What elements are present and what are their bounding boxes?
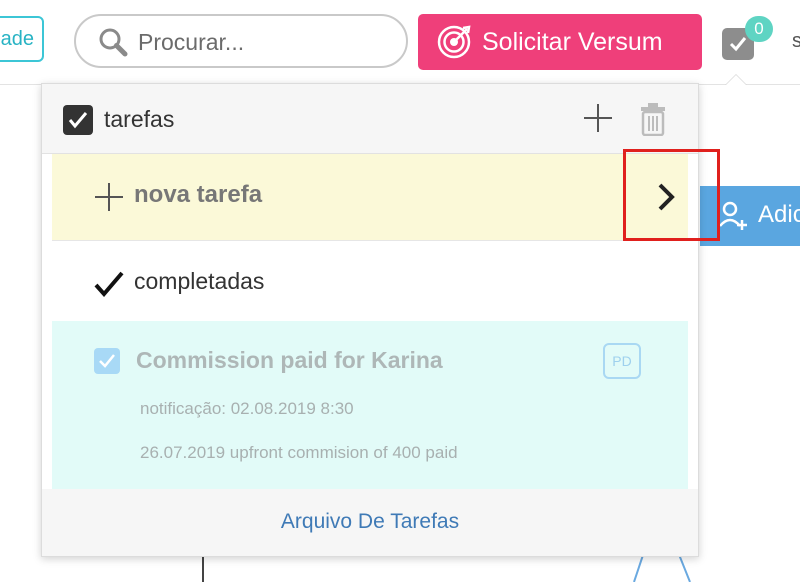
target-icon <box>437 25 471 59</box>
tasks-panel-header: tarefas <box>42 84 698 154</box>
background-divider <box>202 556 204 582</box>
left-tab-button[interactable]: ade <box>0 16 44 62</box>
task-item[interactable]: Commission paid for Karina PD notificaçã… <box>52 321 688 489</box>
request-versum-label: Solicitar Versum <box>482 27 663 56</box>
tasks-count-badge: 0 <box>745 16 773 42</box>
trash-icon[interactable] <box>640 102 666 136</box>
task-complete-checkbox[interactable] <box>94 348 120 374</box>
top-bar: ade Solicitar Versum 0 s <box>0 0 800 85</box>
add-client-label: Adic <box>758 201 800 228</box>
add-task-plus-icon[interactable] <box>582 102 614 134</box>
tasks-checkbox[interactable] <box>63 105 93 135</box>
highlight-box <box>623 149 720 241</box>
tasks-panel-title: tarefas <box>104 106 175 132</box>
assignee-badge: PD <box>603 343 641 379</box>
tasks-panel: tarefas nova tarefa completadas Commissi… <box>41 83 699 557</box>
search-icon <box>99 28 128 57</box>
check-icon <box>68 112 88 129</box>
task-notification: notificação: 02.08.2019 8:30 <box>140 399 354 418</box>
checkbox-icon <box>729 37 747 52</box>
checkmark-icon <box>94 271 124 297</box>
add-user-icon <box>719 201 747 230</box>
task-description: 26.07.2019 upfront commision of 400 paid <box>140 443 458 462</box>
task-title: Commission paid for Karina <box>136 347 443 373</box>
search-input[interactable] <box>136 26 390 58</box>
task-archive-link[interactable]: Arquivo De Tarefas <box>42 489 698 556</box>
plus-icon <box>95 183 123 211</box>
dropdown-caret <box>725 74 747 85</box>
completed-tasks-row[interactable]: completadas <box>52 241 688 322</box>
new-task-label: nova tarefa <box>134 181 263 208</box>
user-menu-label[interactable]: s <box>792 30 800 53</box>
check-icon <box>99 354 115 368</box>
completed-tasks-label: completadas <box>134 268 265 294</box>
new-task-row[interactable]: nova tarefa <box>52 154 688 241</box>
search-box[interactable] <box>74 14 408 68</box>
request-versum-button[interactable]: Solicitar Versum <box>418 14 702 70</box>
